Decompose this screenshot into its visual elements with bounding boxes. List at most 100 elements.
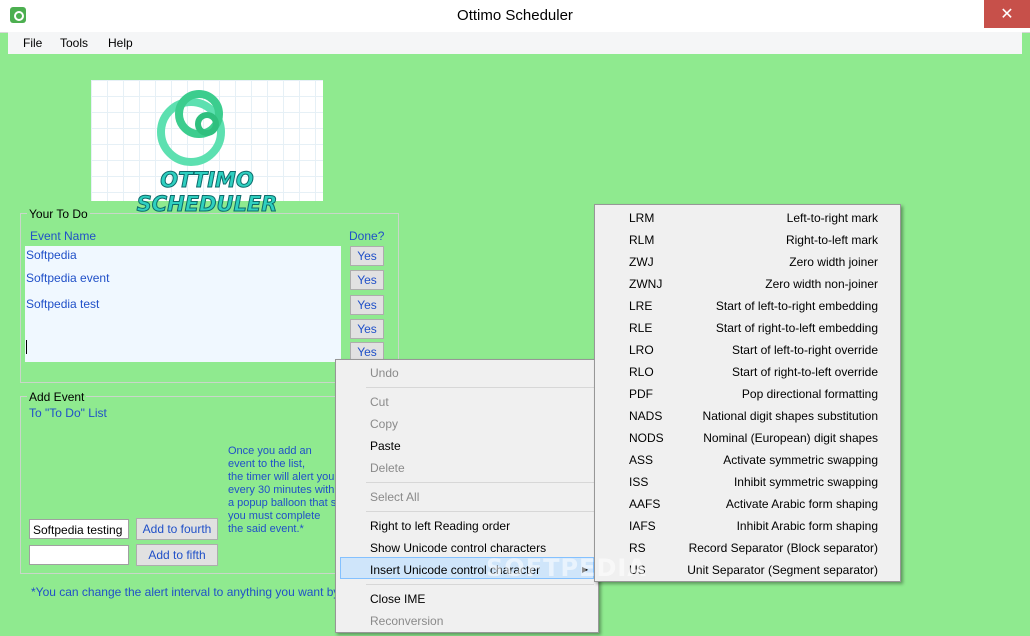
submenu-desc: Right-to-left mark (785, 233, 878, 247)
ctx-delete[interactable]: Delete (370, 461, 405, 475)
todo-item: Softpedia (26, 248, 77, 262)
submenu-desc: Start of right-to-left embedding (715, 321, 878, 335)
todo-list-textarea[interactable]: Softpedia Softpedia event Softpedia test (25, 246, 341, 362)
submenu-item[interactable]: ASS Activate symmetric swapping (595, 453, 900, 475)
submenu-item[interactable]: ISS Inhibit symmetric swapping (595, 475, 900, 497)
submenu-code: ZWNJ (629, 277, 663, 291)
submenu-code: ISS (629, 475, 649, 489)
submenu-code: RS (629, 541, 646, 555)
submenu-item[interactable]: LRM Left-to-right mark (595, 211, 900, 233)
submenu-item[interactable]: LRO Start of left-to-right override (595, 343, 900, 365)
info-line: a popup balloon that s (228, 497, 337, 509)
submenu-code: LRE (629, 299, 653, 313)
submenu-item[interactable]: AAFS Activate Arabic form shaping (595, 497, 900, 519)
submenu-item[interactable]: ZWJ Zero width joiner (595, 255, 900, 277)
submenu-desc: Zero width joiner (789, 255, 878, 269)
submenu-desc: Start of left-to-right override (731, 343, 878, 357)
submenu-code: RLO (629, 365, 654, 379)
ctx-show-unicode[interactable]: Show Unicode control characters (370, 541, 546, 555)
submenu-item[interactable]: RLM Right-to-left mark (595, 233, 900, 255)
ctx-rtl-reading-order[interactable]: Right to left Reading order (370, 519, 510, 533)
todo-group-title: Your To Do (27, 207, 90, 221)
info-line: you must complete (228, 510, 321, 522)
ctx-copy[interactable]: Copy (370, 417, 398, 431)
ctx-separator (366, 387, 594, 388)
add-event-info: Once you add an event to the list, the t… (228, 445, 338, 536)
info-line: event to the list, (228, 458, 306, 470)
unicode-submenu: LRM Left-to-right mark RLM Right-to-left m… (594, 204, 901, 582)
submenu-item[interactable]: NADS National digit shapes substitution (595, 409, 900, 431)
submenu-desc: Pop directional formatting (741, 387, 878, 401)
app-logo: OTTIMO SCHEDULER (91, 80, 323, 217)
todo-item: Softpedia event (26, 271, 110, 285)
submenu-code: NODS (629, 431, 664, 445)
logo-ring-small (195, 112, 219, 136)
window-title: Ottimo Scheduler (457, 7, 573, 24)
submenu-desc: Record Separator (Block separator) (688, 541, 878, 555)
logo-text: OTTIMO SCHEDULER (136, 168, 278, 217)
add-event-subtitle: To "To Do" List (29, 406, 107, 420)
ctx-reconversion[interactable]: Reconversion (370, 614, 443, 628)
submenu-desc: National digit shapes substitution (702, 409, 878, 423)
ctx-select-all[interactable]: Select All (370, 490, 419, 504)
submenu-desc: Inhibit Arabic form shaping (736, 519, 878, 533)
done-header: Done? (349, 229, 385, 243)
ctx-separator (366, 482, 594, 483)
submenu-code: IAFS (629, 519, 656, 533)
menu-file[interactable]: File (23, 36, 42, 50)
submenu-code: LRO (629, 343, 654, 357)
text-cursor (26, 340, 27, 354)
submenu-desc: Inhibit symmetric swapping (733, 475, 878, 489)
submenu-desc: Zero width non-joiner (765, 277, 878, 291)
submenu-code: PDF (629, 387, 653, 401)
event-input-2[interactable] (29, 545, 129, 565)
yes-button-3[interactable]: Yes (350, 295, 384, 315)
submenu-desc: Unit Separator (Segment separator) (687, 563, 878, 577)
menu-bar: File Tools Help (8, 32, 1022, 54)
title-bar: Ottimo Scheduler ✕ (0, 0, 1030, 33)
app-window: Ottimo Scheduler ✕ File Tools Help OTTIM… (0, 0, 1030, 636)
ctx-cut[interactable]: Cut (370, 395, 389, 409)
submenu-item[interactable]: LRE Start of left-to-right embedding (595, 299, 900, 321)
watermark: SOFTPEDIA (486, 554, 647, 582)
submenu-item[interactable]: IAFS Inhibit Arabic form shaping (595, 519, 900, 541)
submenu-desc: Activate symmetric swapping (723, 453, 878, 467)
submenu-code: LRM (629, 211, 655, 225)
ctx-close-ime[interactable]: Close IME (370, 592, 425, 606)
close-button[interactable]: ✕ (984, 0, 1030, 28)
submenu-item[interactable]: PDF Pop directional formatting (595, 387, 900, 409)
info-line: every 30 minutes with (228, 484, 335, 496)
submenu-code: ZWJ (629, 255, 654, 269)
submenu-code: RLM (629, 233, 655, 247)
add-to-fifth-button[interactable]: Add to fifth (136, 544, 218, 566)
info-line: the timer will alert you (228, 471, 335, 483)
ctx-paste[interactable]: Paste (370, 439, 401, 453)
ctx-separator (366, 584, 594, 585)
menu-tools[interactable]: Tools (60, 36, 88, 50)
footnote: *You can change the alert interval to an… (31, 585, 336, 599)
yes-button-2[interactable]: Yes (350, 270, 384, 290)
submenu-desc: Nominal (European) digit shapes (703, 431, 878, 445)
submenu-item[interactable]: RLE Start of right-to-left embedding (595, 321, 900, 343)
submenu-item[interactable]: RLO Start of right-to-left override (595, 365, 900, 387)
submenu-code: ASS (629, 453, 654, 467)
submenu-code: AAFS (629, 497, 661, 511)
submenu-desc: Activate Arabic form shaping (725, 497, 878, 511)
context-menu: Undo Cut Copy Paste Delete Select All Ri… (335, 359, 599, 633)
event-input-1[interactable]: Softpedia testing (29, 519, 129, 539)
menu-help[interactable]: Help (108, 36, 133, 50)
info-line: the said event.* (228, 523, 304, 535)
add-to-fourth-button[interactable]: Add to fourth (136, 518, 218, 540)
submenu-code: RLE (629, 321, 653, 335)
submenu-item[interactable]: ZWNJ Zero width non-joiner (595, 277, 900, 299)
submenu-code: NADS (629, 409, 663, 423)
event-name-header: Event Name (30, 229, 97, 243)
yes-button-4[interactable]: Yes (350, 319, 384, 339)
submenu-desc: Left-to-right mark (786, 211, 878, 225)
ctx-undo[interactable]: Undo (370, 366, 399, 380)
submenu-item[interactable]: NODS Nominal (European) digit shapes (595, 431, 900, 453)
add-event-group-title: Add Event (27, 390, 87, 404)
yes-button-1[interactable]: Yes (350, 246, 384, 266)
ctx-separator (366, 511, 594, 512)
submenu-desc: Start of left-to-right embedding (715, 299, 878, 313)
